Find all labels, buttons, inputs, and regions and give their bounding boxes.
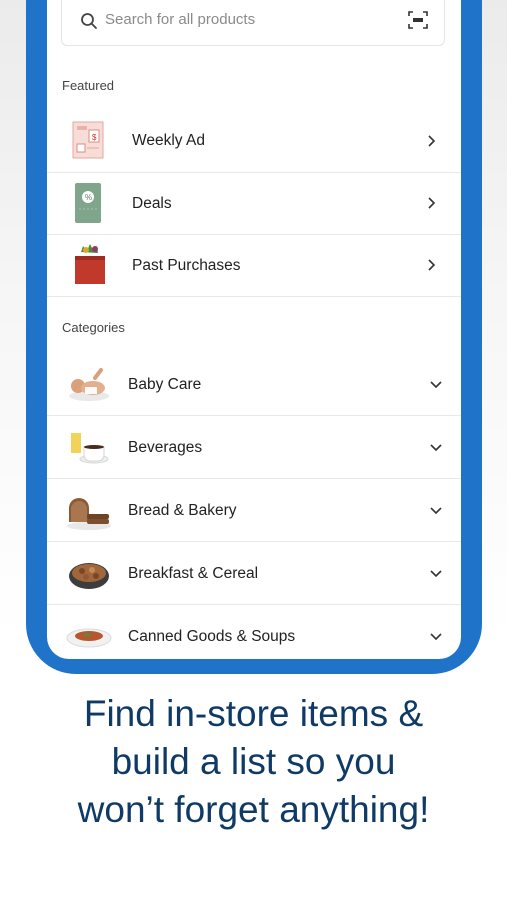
beverages-image [71, 433, 109, 464]
headline-line-1: Find in-store items & [83, 693, 424, 734]
search-input[interactable]: Search for all products [105, 11, 255, 28]
svg-text:%: % [85, 193, 92, 202]
featured-item-label: Deals [132, 195, 172, 212]
barcode-scan-icon[interactable] [408, 10, 428, 30]
bread-bakery-image [67, 498, 111, 530]
category-item-baby-care[interactable]: Baby Care [47, 353, 461, 416]
featured-heading: Featured [62, 78, 115, 93]
chevron-right-icon [428, 135, 436, 147]
shopping-bag-icon [75, 244, 105, 284]
chevron-right-icon [428, 197, 436, 209]
chevron-down-icon [430, 507, 442, 515]
canned-goods-soups-image [66, 628, 112, 648]
categories-heading: Categories [62, 320, 125, 335]
featured-item-label: Weekly Ad [132, 132, 205, 149]
category-item-label: Breakfast & Cereal [128, 565, 259, 582]
breakfast-cereal-image [69, 563, 109, 589]
category-item-breakfast-cereal[interactable]: Breakfast & Cereal [47, 542, 461, 605]
deals-coupon-icon: % [75, 183, 101, 223]
headline-line-2: build a list so you [111, 741, 396, 782]
headline-line-3: won’t forget anything! [77, 789, 430, 830]
category-item-label: Canned Goods & Soups [128, 628, 296, 645]
promo-headline: Find in-store items & build a list so yo… [0, 690, 507, 834]
category-item-label: Baby Care [128, 376, 202, 393]
featured-item-past-purchases[interactable]: Past Purchases [47, 234, 461, 297]
category-item-bread-bakery[interactable]: Bread & Bakery [47, 479, 461, 542]
category-item-label: Bread & Bakery [128, 502, 237, 519]
category-item-label: Beverages [128, 439, 203, 456]
featured-item-label: Past Purchases [132, 257, 241, 274]
featured-item-weekly-ad[interactable]: $ Weekly Ad [47, 110, 461, 173]
chevron-down-icon [430, 381, 442, 389]
category-item-canned-goods-soups[interactable]: Canned Goods & Soups [47, 605, 461, 659]
app-screen: Search for all products Featured $ Weekl… [47, 0, 461, 659]
baby-care-image [69, 368, 109, 401]
chevron-down-icon [430, 570, 442, 578]
chevron-right-icon [428, 259, 436, 271]
chevron-down-icon [430, 444, 442, 452]
search-bar[interactable]: Search for all products [61, 0, 445, 46]
search-icon [81, 13, 97, 29]
svg-text:$: $ [92, 133, 97, 142]
weekly-ad-icon: $ [72, 121, 104, 159]
featured-item-deals[interactable]: % Deals [47, 172, 461, 235]
category-item-beverages[interactable]: Beverages [47, 416, 461, 479]
chevron-down-icon [430, 633, 442, 641]
